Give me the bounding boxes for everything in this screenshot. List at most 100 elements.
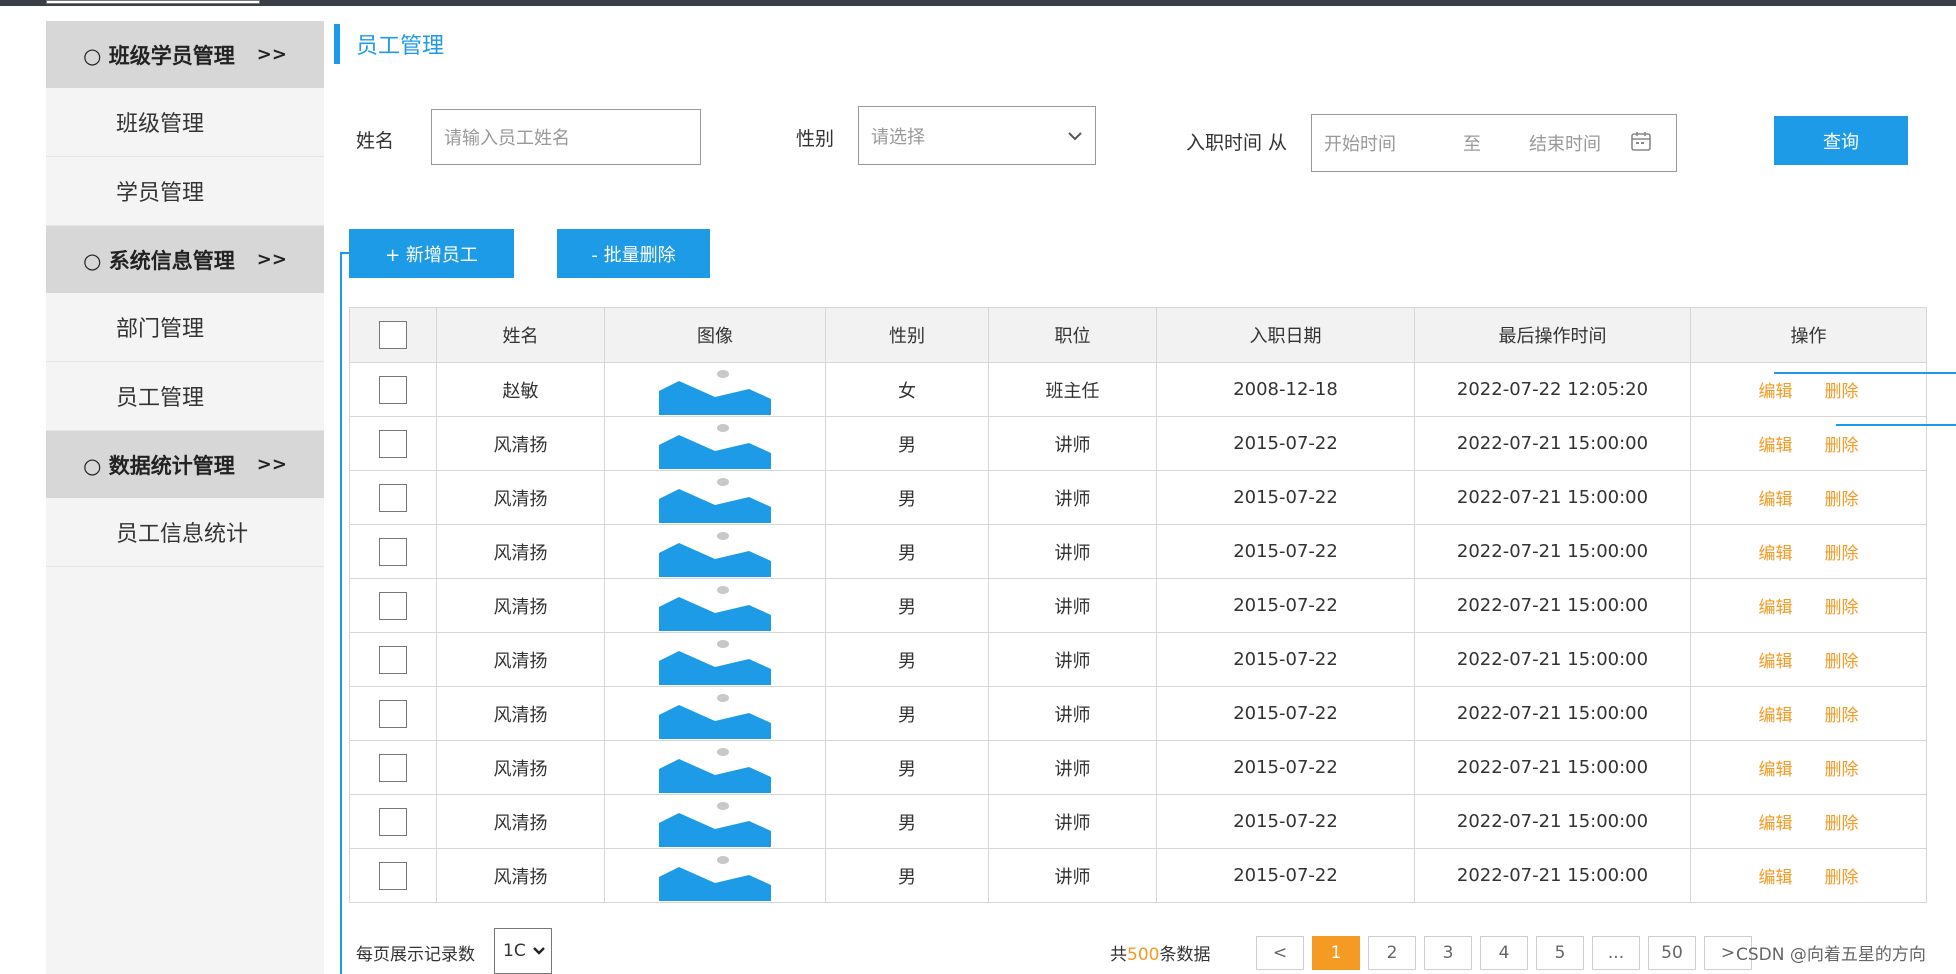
table-row[interactable]: 风清扬 男讲师 2015-07-22 2022-07-21 15:00:00 编辑 删除 [349,416,1927,471]
sidebar-item-student-management[interactable]: 学员管理 [46,157,324,226]
delete-link[interactable]: 删除 [1825,382,1859,402]
page-button[interactable]: ... [1592,936,1640,970]
delete-link[interactable]: 删除 [1825,706,1859,726]
cell-name: 风清扬 [436,740,605,795]
row-checkbox[interactable] [379,699,407,728]
row-checkbox[interactable] [379,537,407,566]
cell-actions: 编辑 删除 [1690,362,1927,417]
prev-page-button[interactable]: < [1256,936,1304,970]
cell-actions: 编辑 删除 [1690,524,1927,579]
row-checkbox[interactable] [379,375,407,404]
column-header-image[interactable]: 图像 [604,307,826,363]
page-button[interactable]: 2 [1368,936,1416,970]
add-employee-button[interactable]: + 新增员工 [349,229,514,278]
delete-link[interactable]: 删除 [1825,598,1859,618]
edit-link[interactable]: 编辑 [1759,490,1793,510]
table-row[interactable]: 风清扬 男讲师 2015-07-22 2022-07-21 15:00:00 编辑 删除 [349,740,1927,795]
table-row[interactable]: 风清扬 男讲师 2015-07-22 2022-07-21 15:00:00 编辑 删除 [349,578,1927,633]
name-input-placeholder: 请输入员工姓名 [444,128,570,149]
edit-link[interactable]: 编辑 [1759,436,1793,456]
expand-arrows: >> [256,44,287,65]
cell-gender: 男 [825,578,989,633]
column-header-last-op-time[interactable]: 最后操作时间 [1414,307,1691,363]
gender-select[interactable]: 请选择 [858,106,1096,165]
page-button[interactable]: 5 [1536,936,1584,970]
browser-top-bar [0,0,1956,6]
page-button[interactable]: 1 [1312,936,1360,970]
delete-link[interactable]: 删除 [1825,652,1859,672]
gender-label: 性别 [796,128,835,150]
page-button[interactable]: 4 [1480,936,1528,970]
edit-link[interactable]: 编辑 [1759,598,1793,618]
cell-hire-date: 2015-07-22 [1156,416,1415,471]
column-header-actions[interactable]: 操作 [1690,307,1927,363]
row-select-cell [349,470,437,525]
cell-image [604,470,826,525]
table-row[interactable]: 风清扬 男讲师 2015-07-22 2022-07-21 15:00:00 编辑 删除 [349,632,1927,687]
row-select-cell [349,848,437,903]
edit-link[interactable]: 编辑 [1759,868,1793,888]
page-button[interactable]: 50 [1648,936,1696,970]
page-button[interactable]: 3 [1424,936,1472,970]
sidebar-item-employee-management[interactable]: 员工管理 [46,362,324,431]
cell-image [604,362,826,417]
row-checkbox[interactable] [379,645,407,674]
column-header-position[interactable]: 职位 [988,307,1157,363]
table-row[interactable]: 风清扬 男讲师 2015-07-22 2022-07-21 15:00:00 编辑 删除 [349,470,1927,525]
cell-image [604,632,826,687]
cell-hire-date: 2008-12-18 [1156,362,1415,417]
delete-link[interactable]: 删除 [1825,490,1859,510]
expand-arrows: >> [256,454,287,475]
column-header-hire-date[interactable]: 入职日期 [1156,307,1415,363]
table-row[interactable]: 风清扬 男讲师 2015-07-22 2022-07-21 15:00:00 编辑 删除 [349,794,1927,849]
sidebar-item-employee-statistics[interactable]: 员工信息统计 [46,498,324,567]
row-checkbox[interactable] [379,591,407,620]
row-checkbox[interactable] [379,807,407,836]
image-placeholder-icon [659,801,771,847]
column-header-gender[interactable]: 性别 [825,307,989,363]
image-placeholder-icon [659,477,771,523]
date-range-picker[interactable]: 开始时间 至 结束时间 [1311,114,1677,172]
row-checkbox[interactable] [379,753,407,782]
delete-link[interactable]: 删除 [1825,544,1859,564]
table-row[interactable]: 风清扬 男讲师 2015-07-22 2022-07-21 15:00:00 编辑 删除 [349,848,1927,903]
sidebar-group-statistics[interactable]: ○ 数据统计管理 >> [46,431,324,498]
cell-last-op-time: 2022-07-21 15:00:00 [1414,416,1691,471]
sidebar-item-class-management[interactable]: 班级管理 [46,88,324,157]
table-row[interactable]: 赵敏 女班主任 2008-12-18 2022-07-22 12:05:20 编辑 删除 [349,362,1927,417]
delete-link[interactable]: 删除 [1825,868,1859,888]
table-row[interactable]: 风清扬 男讲师 2015-07-22 2022-07-21 15:00:00 编辑 删除 [349,524,1927,579]
name-input[interactable]: 请输入员工姓名 [431,109,701,165]
cell-position: 讲师 [988,686,1157,741]
cell-actions: 编辑 删除 [1690,686,1927,741]
cell-image [604,524,826,579]
cell-actions: 编辑 删除 [1690,740,1927,795]
table-row[interactable]: 风清扬 男讲师 2015-07-22 2022-07-21 15:00:00 编辑 删除 [349,686,1927,741]
cell-last-op-time: 2022-07-21 15:00:00 [1414,848,1691,903]
delete-link[interactable]: 删除 [1825,814,1859,834]
cell-gender: 男 [825,416,989,471]
sidebar-group-class-student[interactable]: ○ 班级学员管理 >> [46,21,324,88]
delete-link[interactable]: 删除 [1825,760,1859,780]
select-all-checkbox[interactable] [379,321,407,349]
edit-link[interactable]: 编辑 [1759,652,1793,672]
row-checkbox[interactable] [379,429,407,458]
edit-link[interactable]: 编辑 [1759,760,1793,780]
cell-actions: 编辑 删除 [1690,470,1927,525]
row-checkbox[interactable] [379,861,407,890]
sidebar-group-system-info[interactable]: ○ 系统信息管理 >> [46,226,324,293]
edit-link[interactable]: 编辑 [1759,382,1793,402]
cell-gender: 男 [825,632,989,687]
batch-delete-button[interactable]: - 批量删除 [557,229,710,278]
cell-position: 讲师 [988,470,1157,525]
column-header-name[interactable]: 姓名 [436,307,605,363]
row-checkbox[interactable] [379,483,407,512]
edit-link[interactable]: 编辑 [1759,544,1793,564]
edit-link[interactable]: 编辑 [1759,814,1793,834]
delete-link[interactable]: 删除 [1825,436,1859,456]
query-button[interactable]: 查询 [1774,116,1908,165]
employee-table: 姓名 图像 性别 职位 入职日期 最后操作时间 操作 赵敏 女班主任 2008-12… [349,307,1927,903]
sidebar-item-department-management[interactable]: 部门管理 [46,293,324,362]
page-size-select[interactable]: 1C [494,928,552,974]
edit-link[interactable]: 编辑 [1759,706,1793,726]
